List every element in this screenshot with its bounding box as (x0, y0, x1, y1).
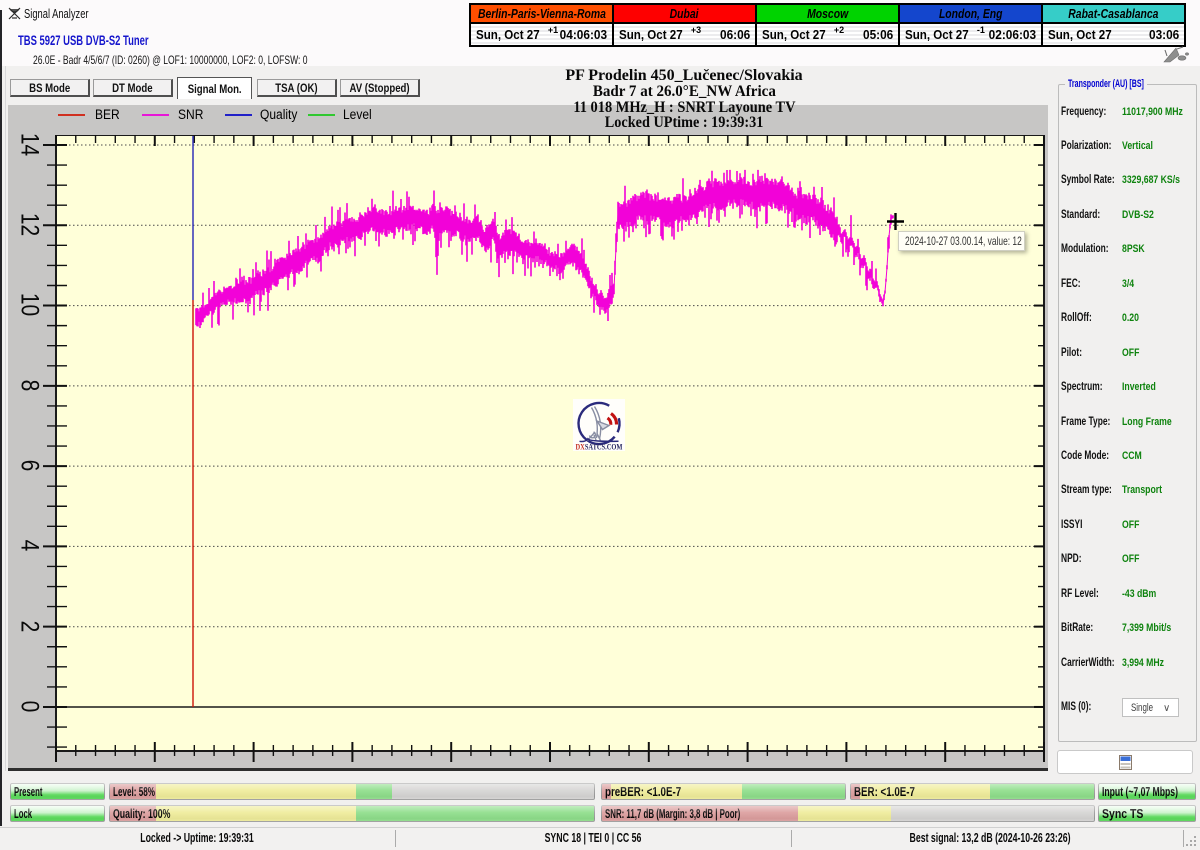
svg-text:DXSATCS.COM: DXSATCS.COM (576, 442, 623, 452)
